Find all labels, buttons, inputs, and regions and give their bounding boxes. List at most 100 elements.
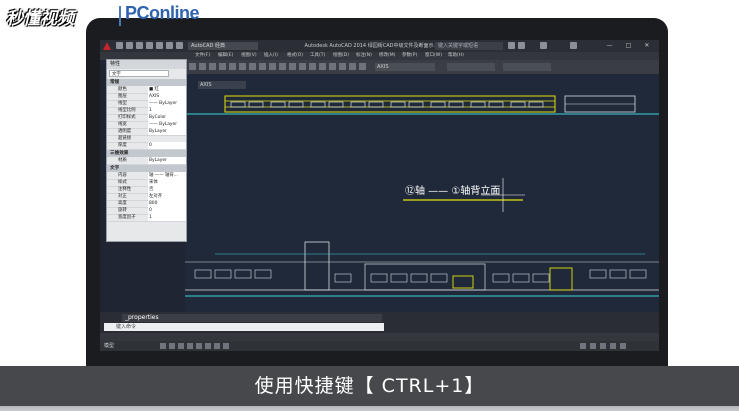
print-icon[interactable] (156, 42, 163, 49)
minimize-button[interactable]: — (607, 41, 613, 51)
subtitle-band: 使用快捷键【 CTRL+1】 (0, 366, 739, 406)
menu-dimension[interactable]: 标注(N) (356, 52, 372, 60)
menu-modify[interactable]: 修改(M) (379, 52, 395, 60)
drawing-canvas[interactable]: AXIS ⑫轴 —— ①轴背立面 (185, 74, 659, 312)
section-text[interactable]: 文字 (107, 165, 186, 172)
otrack-icon[interactable] (205, 343, 211, 349)
menu-window[interactable]: 窗口(W) (425, 52, 442, 60)
tool-icon[interactable] (279, 63, 286, 70)
tool-icon[interactable] (299, 63, 306, 70)
prop-row[interactable]: 材质 ByLayer (107, 157, 186, 165)
command-input[interactable]: 键入命令 (104, 323, 384, 331)
prop-value[interactable]: 800 (148, 200, 186, 207)
menu-view[interactable]: 视图(V) (241, 52, 257, 60)
tool-icon[interactable] (259, 63, 266, 70)
tool-icon[interactable] (329, 63, 336, 70)
menu-parametric[interactable]: 参数(P) (402, 52, 417, 60)
undo-icon[interactable] (166, 42, 173, 49)
prop-row[interactable]: 厚度 0 (107, 142, 186, 150)
prop-value[interactable]: 否 (148, 186, 186, 193)
prop-value[interactable]: ByLayer (148, 157, 186, 164)
lock-icon[interactable] (600, 343, 606, 349)
tool-icon[interactable] (239, 63, 246, 70)
tool-icon[interactable] (319, 63, 326, 70)
layer-dropdown[interactable]: AXIS (375, 63, 435, 71)
prop-value[interactable]: 0 (148, 207, 186, 214)
new-file-icon[interactable] (116, 42, 123, 49)
tool-icon[interactable] (209, 63, 216, 70)
help-icon[interactable] (570, 42, 577, 49)
elevation-title-text[interactable]: ⑫轴 —— ①轴背立面 (405, 186, 500, 198)
workspace-dropdown[interactable]: AutoCAD 经典 (188, 42, 258, 50)
menu-tools[interactable]: 工具(T) (310, 52, 325, 60)
tool-icon[interactable] (349, 63, 356, 70)
prop-key: 线宽 (118, 122, 127, 127)
workspace-icon[interactable] (580, 343, 586, 349)
prop-value[interactable]: 1 (148, 107, 186, 114)
prop-value[interactable]: 1 (148, 214, 186, 221)
search-icon[interactable] (508, 42, 515, 49)
polar-icon[interactable] (187, 343, 193, 349)
open-file-icon[interactable] (126, 42, 133, 49)
linetype-dropdown[interactable] (447, 63, 495, 71)
menu-draw[interactable]: 绘图(D) (333, 52, 349, 60)
prop-value[interactable]: 宋体 (148, 179, 186, 186)
prop-key: 线型 (118, 101, 127, 106)
tool-icon[interactable] (289, 63, 296, 70)
prop-value[interactable]: —— ByLayer (148, 121, 186, 128)
tool-icon[interactable] (309, 63, 316, 70)
menu-edit[interactable]: 编辑(E) (218, 52, 233, 60)
transparency-icon[interactable] (223, 343, 229, 349)
prop-value[interactable]: 0 (148, 142, 186, 149)
exchange-icon[interactable] (540, 42, 547, 49)
lineweight-icon[interactable] (214, 343, 220, 349)
prop-value[interactable]: ByLayer (148, 128, 186, 135)
logo-separator (119, 6, 121, 26)
window-title: Autodesk AutoCAD 2014 绿园街CAD中级文件及断面示.dwg (304, 43, 446, 49)
prop-value[interactable]: AXIS (148, 93, 186, 100)
save-icon[interactable] (136, 42, 143, 49)
maximize-button[interactable]: □ (626, 41, 632, 51)
menu-format[interactable]: 格式(O) (287, 52, 303, 60)
menu-insert[interactable]: 插入(I) (264, 52, 278, 60)
video-subtitle: 使用快捷键【 CTRL+1】 (254, 375, 485, 397)
ortho-icon[interactable] (178, 343, 184, 349)
menu-file[interactable]: 文件(F) (195, 52, 210, 60)
tool-icon[interactable] (189, 63, 196, 70)
drawing-file-tab[interactable]: AXIS (198, 81, 246, 89)
tool-icon[interactable] (269, 63, 276, 70)
tool-icon[interactable] (229, 63, 236, 70)
close-button[interactable]: ✕ (644, 41, 649, 51)
annotation-scale-icon[interactable] (590, 343, 596, 349)
prop-value[interactable]: 左对齐 (148, 193, 186, 200)
prop-value[interactable]: —— ByLayer (148, 100, 186, 107)
grid-icon[interactable] (169, 343, 175, 349)
miaodong-logo: 秒懂视频 (6, 9, 74, 29)
user-icon[interactable] (518, 42, 525, 49)
section-general[interactable]: 常规 (107, 79, 186, 86)
section-3d-visualization[interactable]: 三维效果 (107, 150, 186, 157)
selection-dropdown[interactable]: 文字 (109, 70, 169, 77)
tool-icon[interactable] (219, 63, 226, 70)
autocad-logo-icon[interactable] (103, 42, 111, 50)
redo-icon[interactable] (176, 42, 183, 49)
lineweight-dropdown[interactable] (503, 63, 551, 71)
tool-icon[interactable] (249, 63, 256, 70)
search-input[interactable]: 键入关键字或短语 (435, 42, 503, 50)
layout-tabs[interactable] (100, 333, 659, 341)
isolate-icon[interactable] (610, 343, 616, 349)
menu-help[interactable]: 帮助(H) (448, 52, 464, 60)
tool-icon[interactable] (199, 63, 206, 70)
prop-key: 对正 (118, 194, 127, 199)
snap-icon[interactable] (160, 343, 166, 349)
osnap-icon[interactable] (196, 343, 202, 349)
tool-icon[interactable] (339, 63, 346, 70)
customize-icon[interactable] (620, 343, 626, 349)
prop-value[interactable]: ByColor (148, 114, 186, 121)
save-as-icon[interactable] (146, 42, 153, 49)
prop-value[interactable]: ■ 红 (148, 86, 186, 93)
model-space-label[interactable]: 模型 (104, 341, 114, 351)
prop-row[interactable]: 宽度因子 1 (107, 214, 186, 222)
prop-value[interactable]: 轴 —— 轴背... (148, 172, 186, 179)
tool-icon[interactable] (359, 63, 366, 70)
